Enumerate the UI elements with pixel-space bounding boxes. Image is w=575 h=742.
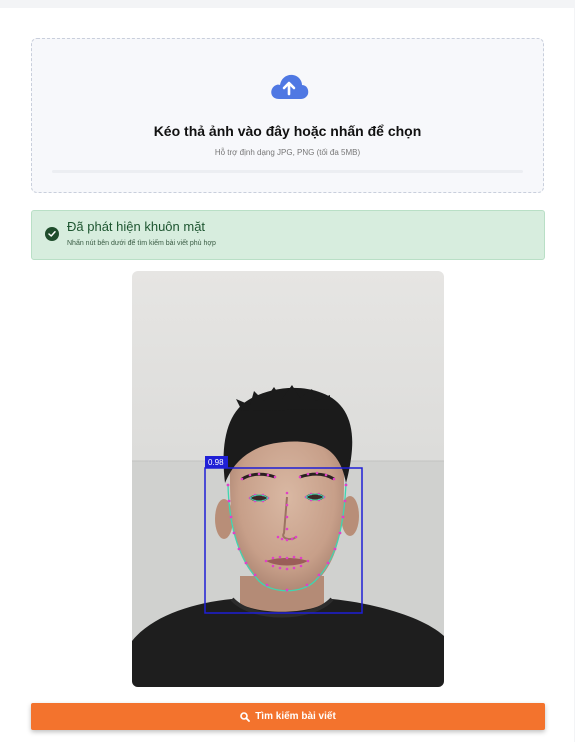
- face-detected-alert: Đã phát hiện khuôn mặt Nhấn nút bên dưới…: [31, 210, 545, 260]
- uploaded-photo-preview: 0.98: [132, 271, 444, 687]
- upload-subtitle: Hỗ trợ định dạng JPG, PNG (tối đa 5MB): [214, 148, 361, 157]
- upload-dropzone[interactable]: Kéo thả ảnh vào đây hoặc nhấn để chọn Hỗ…: [31, 38, 544, 193]
- search-button-label: Tìm kiếm bài viết: [255, 711, 336, 722]
- alert-title: Đã phát hiện khuôn mặt: [67, 219, 206, 234]
- check-circle-icon: [45, 227, 59, 241]
- alert-subtitle: Nhấn nút bên dưới để tìm kiếm bài viết p…: [67, 240, 216, 247]
- search-icon: [240, 711, 251, 722]
- upload-progress-track: [52, 170, 523, 173]
- upload-title: Kéo thả ảnh vào đây hoặc nhấn để chọn: [153, 123, 422, 139]
- cloud-upload-icon: [269, 71, 309, 101]
- search-articles-button[interactable]: Tìm kiếm bài viết: [31, 703, 545, 730]
- confidence-label: 0.98: [208, 458, 224, 467]
